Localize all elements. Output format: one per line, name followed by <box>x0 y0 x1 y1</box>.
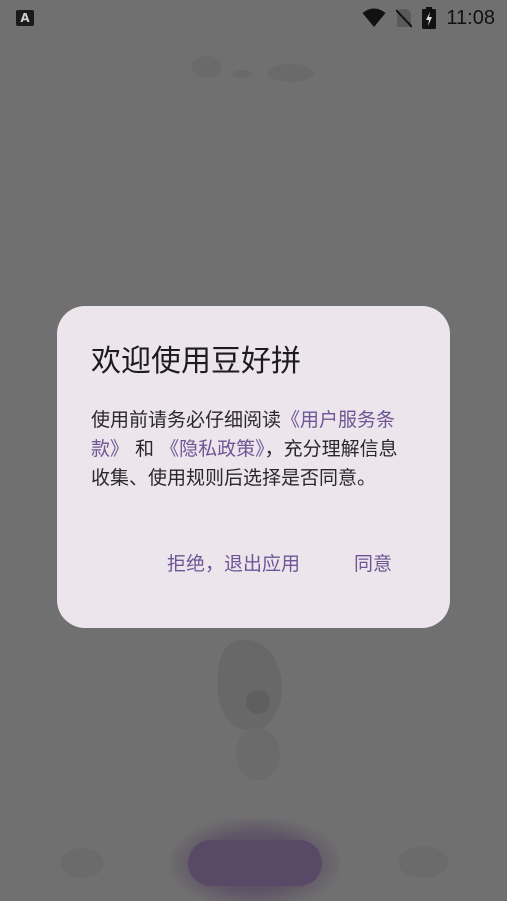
agree-button[interactable]: 同意 <box>354 549 392 576</box>
wifi-icon <box>362 8 386 28</box>
reject-exit-button[interactable]: 拒绝，退出应用 <box>167 549 300 576</box>
background-shape <box>398 846 448 878</box>
background-button-shape <box>188 840 322 886</box>
no-sim-icon <box>396 8 413 28</box>
background-shape <box>246 690 270 714</box>
background-shape <box>268 64 314 82</box>
background-shape <box>218 640 282 730</box>
status-bar: A 11:08 <box>0 0 507 36</box>
background-shape <box>236 728 280 780</box>
background-shape <box>60 848 104 878</box>
dialog-message-prefix: 使用前请务必仔细阅读 <box>91 409 282 431</box>
privacy-dialog: 欢迎使用豆好拼 使用前请务必仔细阅读《用户服务条款》 和 《隐私政策》，充分理解… <box>57 306 450 628</box>
dialog-actions: 拒绝，退出应用 同意 <box>167 549 392 576</box>
app-notification-icon: A <box>16 10 34 26</box>
dialog-message-and: 和 <box>129 438 161 460</box>
privacy-policy-link[interactable]: 《隐私政策》 <box>160 438 265 460</box>
background-shape <box>192 56 222 78</box>
dialog-title: 欢迎使用豆好拼 <box>91 344 301 379</box>
background-shape <box>232 70 252 78</box>
dialog-message: 使用前请务必仔细阅读《用户服务条款》 和 《隐私政策》，充分理解信息收集、使用规… <box>91 406 414 493</box>
screen: A 11:08 欢迎使用豆好拼 使用前请务必仔细阅读《用户服务条款》 和 《隐私… <box>0 0 507 901</box>
app-notification-letter: A <box>20 11 30 25</box>
status-time: 11:08 <box>446 6 495 29</box>
battery-charging-icon <box>422 7 437 29</box>
